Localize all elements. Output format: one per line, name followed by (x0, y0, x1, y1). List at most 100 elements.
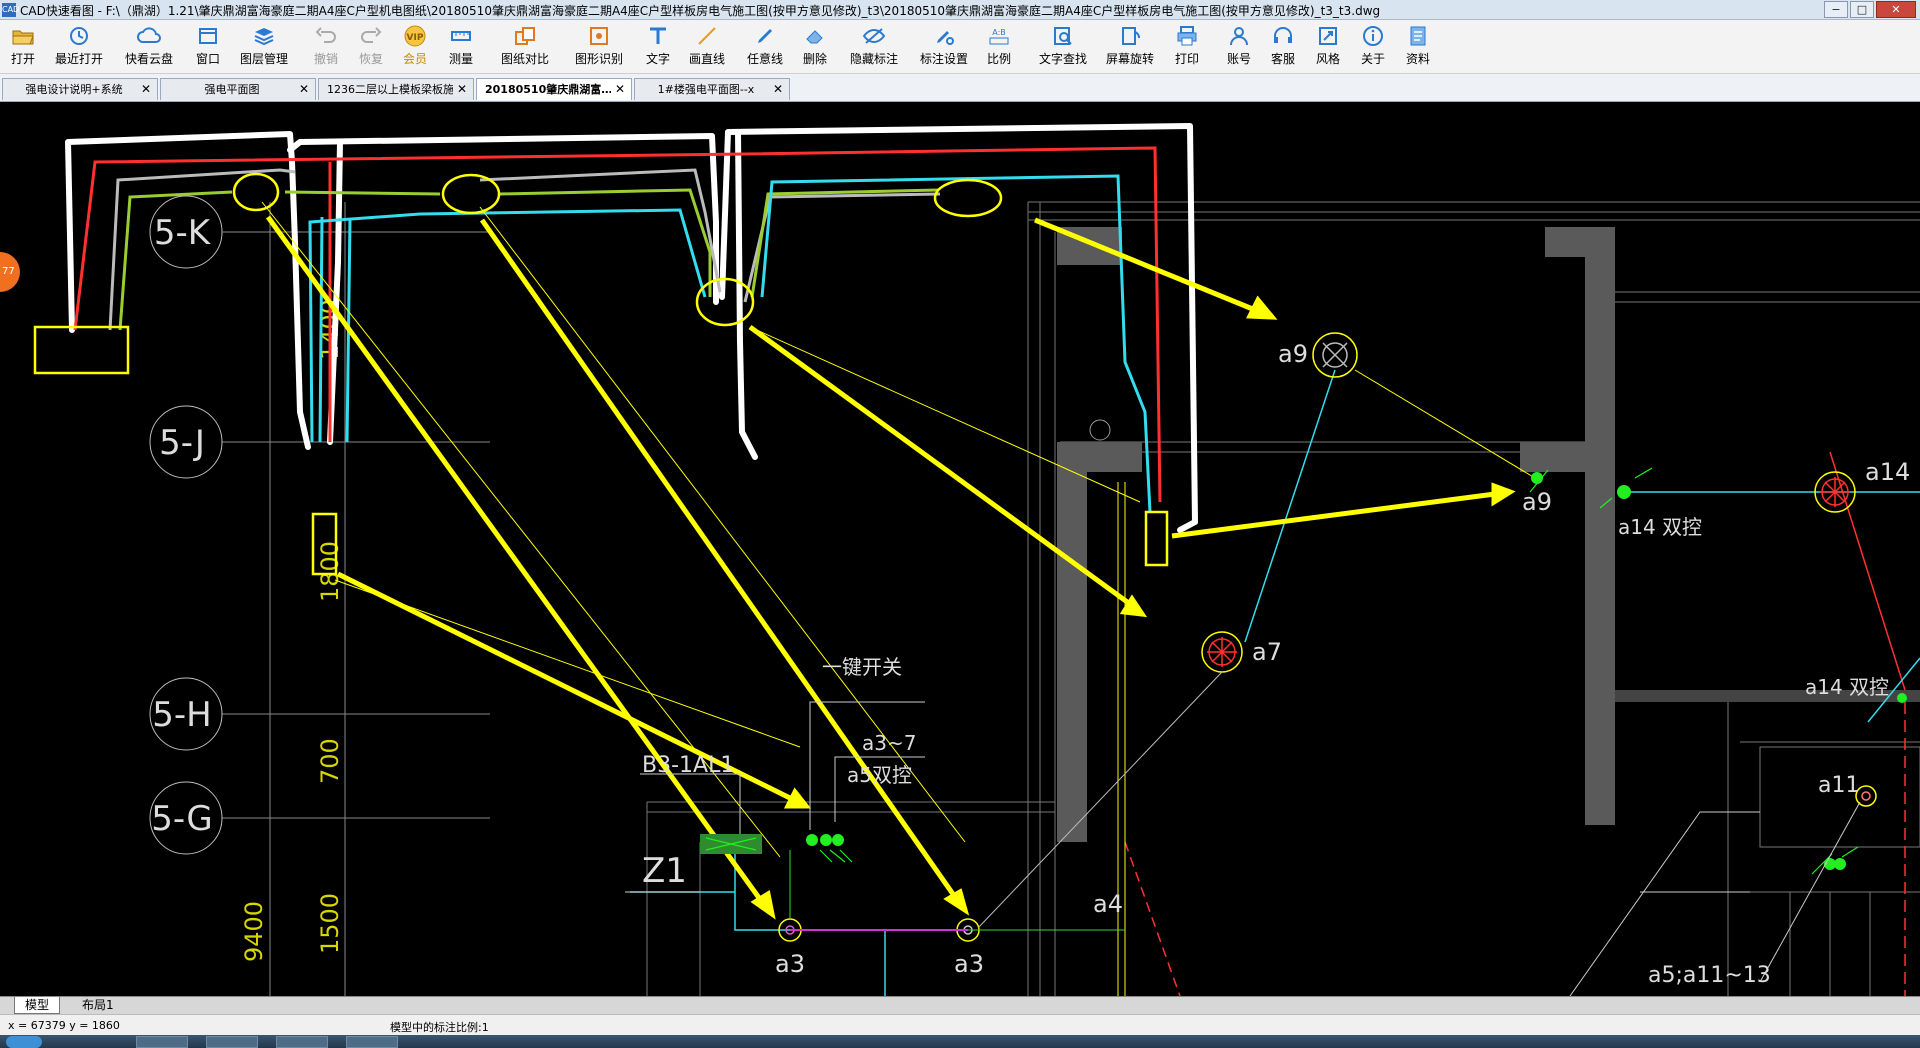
toolbar-delete-button[interactable]: 删除 (800, 24, 830, 67)
tab-close-icon[interactable]: ✕ (299, 79, 309, 100)
taskbar-app-button[interactable] (206, 1036, 258, 1048)
annotation-text: a5双控 (847, 763, 912, 787)
tab-close-icon[interactable]: ✕ (457, 79, 467, 100)
toolbar-line-button[interactable]: 画直线 (687, 24, 727, 67)
annotation-text: a3~7 (862, 731, 916, 755)
tab-model[interactable]: 模型 (14, 997, 61, 1014)
document-tab-bar: 强电设计说明+系统 ✕ 强电平面图 ✕ 1236二层以上模板梁板施 ✕ 2018051… (0, 74, 1920, 102)
scale-icon: A:B (986, 24, 1012, 48)
axis-label: 5-K (154, 213, 212, 253)
annotation-text: 一键开关 (822, 655, 902, 679)
toolbar-about-button[interactable]: 关于 (1358, 24, 1388, 67)
toolbar-vip-button[interactable]: VIP 会员 (400, 24, 430, 67)
toolbar-label: 风格 (1315, 52, 1340, 66)
toolbar-scale-button[interactable]: A:B 比例 (984, 24, 1014, 67)
tab-label: 20180510肇庆鼎湖富… (485, 83, 611, 96)
app-logo-icon: CAD (2, 3, 19, 17)
toolbar-freeline-button[interactable]: 任意线 (745, 24, 785, 67)
taskbar-app-button[interactable] (346, 1036, 398, 1048)
toolbar-label: 文字查找 (1038, 52, 1087, 66)
toolbar-undo-button[interactable]: 撤销 (311, 24, 341, 67)
toolbar-text-search-button[interactable]: 文字查找 (1036, 24, 1090, 67)
annotation-text: a9 (1522, 488, 1552, 516)
tab-formwork-plan[interactable]: 1236二层以上模板梁板施 ✕ (318, 78, 474, 100)
toolbar-window-button[interactable]: 窗口 (193, 24, 223, 67)
toolbar-label: 删除 (802, 52, 827, 66)
toolbar-recent-button[interactable]: 最近打开 (54, 24, 104, 67)
info-icon (1360, 24, 1386, 48)
toolbar-text-button[interactable]: 文字 (643, 24, 673, 67)
dimension-text: 1500 (316, 893, 344, 954)
maximize-button[interactable]: □ (1850, 1, 1874, 18)
annotation-text: a3 (954, 950, 984, 978)
tab-power-plan[interactable]: 强电平面图 ✕ (160, 78, 316, 100)
tab-close-icon[interactable]: ✕ (615, 79, 625, 100)
tab-building1-plan[interactable]: 1#楼强电平面图--x ✕ (634, 78, 790, 100)
eraser-icon (802, 24, 828, 48)
toolbar-rotate-button[interactable]: 屏幕旋转 (1103, 24, 1157, 67)
close-button[interactable]: ✕ (1876, 1, 1916, 18)
toolbar-style-button[interactable]: 风格 (1313, 24, 1343, 67)
toolbar-compare-button[interactable]: 图纸对比 (498, 24, 552, 67)
annotation-text: a9 (1278, 340, 1308, 368)
toolbar-label: 关于 (1360, 52, 1385, 66)
annotation-text: a14 双控 (1618, 515, 1702, 539)
tab-label: 强电设计说明+系统 (25, 83, 123, 96)
redo-icon (358, 24, 384, 48)
annotation-text: a3 (775, 950, 805, 978)
layout-tab-bar: 模型 布局1 (0, 996, 1920, 1014)
start-button[interactable] (6, 1036, 42, 1048)
tab-electrical-notes[interactable]: 强电设计说明+系统 ✕ (2, 78, 158, 100)
toolbar-redo-button[interactable]: 恢复 (356, 24, 386, 67)
tab-close-icon[interactable]: ✕ (773, 79, 783, 100)
taskbar-app-button[interactable] (276, 1036, 328, 1048)
toolbar-label: 打印 (1174, 52, 1199, 66)
toolbar-measure-button[interactable]: 测量 (446, 24, 476, 67)
style-icon (1315, 24, 1341, 48)
window-title: CAD快速看图 - F:\（鼎湖）1.21\肇庆鼎湖富海豪庭二期A4座C户型机电… (20, 4, 1381, 18)
open-folder-icon (10, 24, 36, 48)
axis-label: 5-G (151, 799, 213, 839)
title-bar: CAD CAD快速看图 - F:\（鼎湖）1.21\肇庆鼎湖富海豪庭二期A4座C… (0, 0, 1920, 20)
toolbar-cloud-button[interactable]: 快看云盘 (124, 24, 174, 67)
minimize-button[interactable]: − (1824, 1, 1848, 18)
cad-drawing: 5-K 5-J 5-H 5-G 1400 1800 700 1500 9400 (33, 123, 1920, 996)
annotation-scale-readout: 模型中的标注比例:1 (390, 1021, 489, 1034)
toolbar-annotation-settings-button[interactable]: 标注设置 (917, 24, 971, 67)
pen-icon (752, 24, 778, 48)
tab-current-drawing[interactable]: 20180510肇庆鼎湖富… ✕ (476, 78, 632, 100)
toolbar-hide-annotation-button[interactable]: 隐藏标注 (847, 24, 901, 67)
annotation-text: a14 双控 (1805, 675, 1889, 699)
status-bar: x = 67379 y = 1860 模型中的标注比例:1 (0, 1014, 1920, 1035)
toolbar-label: 画直线 (688, 52, 725, 66)
toolbar-label: 隐藏标注 (849, 52, 898, 66)
toolbar-layers-button[interactable]: 图层管理 (237, 24, 291, 67)
toolbar-label: 账号 (1226, 52, 1251, 66)
toolbar-label: 图层管理 (239, 52, 288, 66)
toolbar-label: 屏幕旋转 (1105, 52, 1154, 66)
annotation-text: a4 (1093, 890, 1123, 918)
toolbar-label: 测量 (448, 52, 473, 66)
toolbar-label: 会员 (402, 52, 427, 66)
cloud-icon (136, 24, 162, 48)
layers-icon (251, 24, 277, 48)
annotation-text: B3-1AL1 (642, 753, 734, 778)
toolbar-open-button[interactable]: 打开 (8, 24, 38, 67)
toolbar-account-button[interactable]: 账号 (1224, 24, 1254, 67)
tab-layout1[interactable]: 布局1 (72, 997, 124, 1014)
coordinate-readout: x = 67379 y = 1860 (8, 1019, 120, 1032)
headset-icon (1270, 24, 1296, 48)
toolbar-recognize-button[interactable]: 图形识别 (572, 24, 626, 67)
taskbar-app-button[interactable] (136, 1036, 188, 1048)
toolbar-docs-button[interactable]: 资料 (1403, 24, 1433, 67)
dimension-text: 1800 (316, 541, 344, 602)
tab-close-icon[interactable]: ✕ (141, 79, 151, 100)
tab-label: 1236二层以上模板梁板施 (327, 83, 453, 96)
drawing-canvas[interactable]: 5-K 5-J 5-H 5-G 1400 1800 700 1500 9400 (0, 102, 1920, 996)
tab-label: 1#楼强电平面图--x (657, 83, 755, 96)
toolbar-label: 图形识别 (574, 52, 623, 66)
text-search-icon (1050, 24, 1076, 48)
toolbar-print-button[interactable]: 打印 (1172, 24, 1202, 67)
toolbar-label: 撤销 (313, 52, 338, 66)
toolbar-service-button[interactable]: 客服 (1268, 24, 1298, 67)
